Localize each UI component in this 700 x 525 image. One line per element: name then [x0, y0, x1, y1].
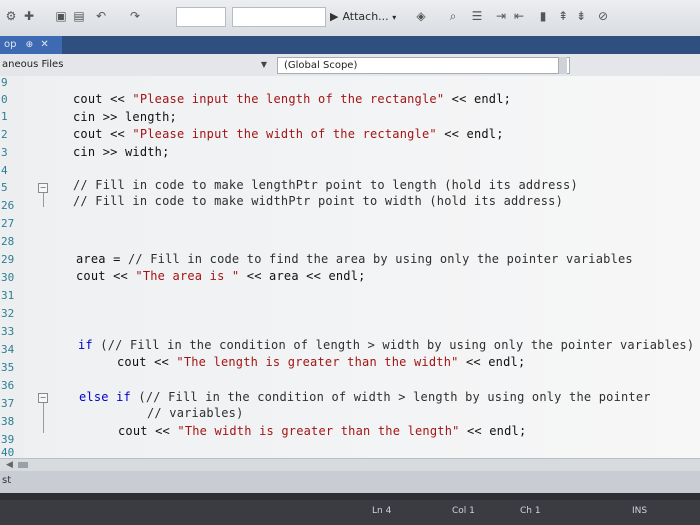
toolbar: ⚙ ✚ ▣ ▤ ↶ ↷ ▶ Attach... ▾ ◈ ⌕ ☰ ⇥ ⇤ ▮ ⇞ ⇟…: [0, 0, 700, 37]
tab-label: op: [4, 39, 17, 50]
status-column: Col 1: [452, 506, 475, 516]
next-bookmark-icon[interactable]: ⇟: [574, 9, 588, 23]
scope-dropdown[interactable]: (Global Scope): [277, 57, 570, 74]
save-all-icon[interactable]: ▤: [72, 9, 86, 23]
status-line: Ln 4: [372, 506, 392, 516]
attach-button[interactable]: ▶ Attach... ▾: [330, 8, 396, 26]
scope-label: (Global Scope): [284, 60, 358, 71]
code-line: cin >> length;: [73, 110, 177, 124]
fold-guide: [43, 403, 44, 433]
line-number: 4: [1, 164, 8, 177]
project-dropdown[interactable]: aneous Files: [0, 57, 270, 73]
solution-config-select[interactable]: [176, 7, 226, 27]
code-line: cout << "Please input the width of the r…: [73, 127, 504, 141]
code-line: if (// Fill in the condition of length >…: [78, 338, 695, 352]
code-line: cin >> width;: [73, 145, 170, 159]
code-editor[interactable]: 9 0 1 2 3 4 5 26 27 28 29 30 31 32 33 34…: [0, 76, 700, 459]
line-number: 38: [1, 415, 15, 428]
line-number: 0: [1, 93, 8, 106]
collapse-icon[interactable]: −: [38, 183, 48, 193]
comment-icon[interactable]: ☰: [470, 9, 484, 23]
line-number: 26: [1, 199, 15, 212]
line-number: 5: [1, 181, 8, 194]
code-line: // variables): [147, 406, 244, 420]
status-insert-mode: INS: [632, 506, 648, 516]
tab-strip: op ⊕ ✕: [0, 36, 700, 54]
line-number: 27: [1, 217, 15, 230]
redo-icon[interactable]: ↷: [128, 9, 142, 23]
line-number: 9: [1, 76, 8, 89]
browser-icon[interactable]: ◈: [414, 9, 428, 23]
scrollbar-thumb[interactable]: [18, 462, 28, 468]
play-icon: ▶: [330, 10, 339, 23]
code-line: // Fill in code to make lengthPtr point …: [73, 178, 578, 192]
chevron-down-icon[interactable]: ▼: [258, 59, 270, 71]
horizontal-scrollbar[interactable]: ◀: [0, 458, 700, 471]
tab-source-file[interactable]: op ⊕ ✕: [0, 36, 62, 54]
code-line: // Fill in code to make widthPtr point t…: [73, 194, 564, 208]
scope-dropdown-button[interactable]: [558, 57, 567, 74]
find-icon[interactable]: ⌕: [446, 9, 460, 23]
code-line: else if (// Fill in the condition of wid…: [79, 390, 651, 404]
undo-icon[interactable]: ↶: [94, 9, 108, 23]
new-project-icon[interactable]: ✚: [22, 9, 36, 23]
line-number: 29: [1, 253, 15, 266]
bookmark-icon[interactable]: ▮: [536, 9, 550, 23]
solution-platform-select[interactable]: [232, 7, 326, 27]
line-number: 36: [1, 379, 15, 392]
code-line: cout << "Please input the length of the …: [73, 92, 512, 106]
indent-icon[interactable]: ⇥: [494, 9, 508, 23]
attach-label: Attach...: [342, 10, 389, 23]
line-number: 37: [1, 397, 15, 410]
close-icon[interactable]: ✕: [40, 39, 48, 50]
panel-label: st: [2, 475, 12, 486]
collapse-icon[interactable]: −: [38, 393, 48, 403]
fold-guide: [43, 193, 44, 207]
output-panel-header: st: [0, 471, 700, 493]
line-number: 33: [1, 325, 15, 338]
code-line: cout << "The area is " << area << endl;: [76, 269, 366, 283]
project-label: aneous Files: [2, 59, 64, 70]
scroll-left-icon[interactable]: ◀: [6, 459, 13, 471]
pin-icon[interactable]: ⊕: [26, 40, 34, 50]
save-icon[interactable]: ▣: [54, 9, 68, 23]
status-char: Ch 1: [520, 506, 541, 516]
line-number: 28: [1, 235, 15, 248]
line-number: 39: [1, 433, 15, 446]
line-number: 35: [1, 361, 15, 374]
line-number: 34: [1, 343, 15, 356]
navigation-bar: aneous Files ▼ (Global Scope): [0, 54, 700, 77]
debug-icon[interactable]: ⚙: [4, 9, 18, 23]
code-line: cout << "The width is greater than the l…: [118, 424, 527, 438]
code-line: area = // Fill in code to find the area …: [76, 252, 633, 266]
line-number: 2: [1, 128, 8, 141]
line-number: 30: [1, 271, 15, 284]
line-number: 1: [1, 110, 8, 123]
status-bar: Ln 4 Col 1 Ch 1 INS: [0, 500, 700, 525]
line-number: 3: [1, 146, 8, 159]
line-number: 31: [1, 289, 15, 302]
code-line: cout << "The length is greater than the …: [117, 355, 526, 369]
line-number-gutter: 9 0 1 2 3 4 5 26 27 28 29 30 31 32 33 34…: [0, 76, 24, 459]
clear-bookmarks-icon[interactable]: ⊘: [596, 9, 610, 23]
prev-bookmark-icon[interactable]: ⇞: [556, 9, 570, 23]
line-number: 32: [1, 307, 15, 320]
outdent-icon[interactable]: ⇤: [512, 9, 526, 23]
